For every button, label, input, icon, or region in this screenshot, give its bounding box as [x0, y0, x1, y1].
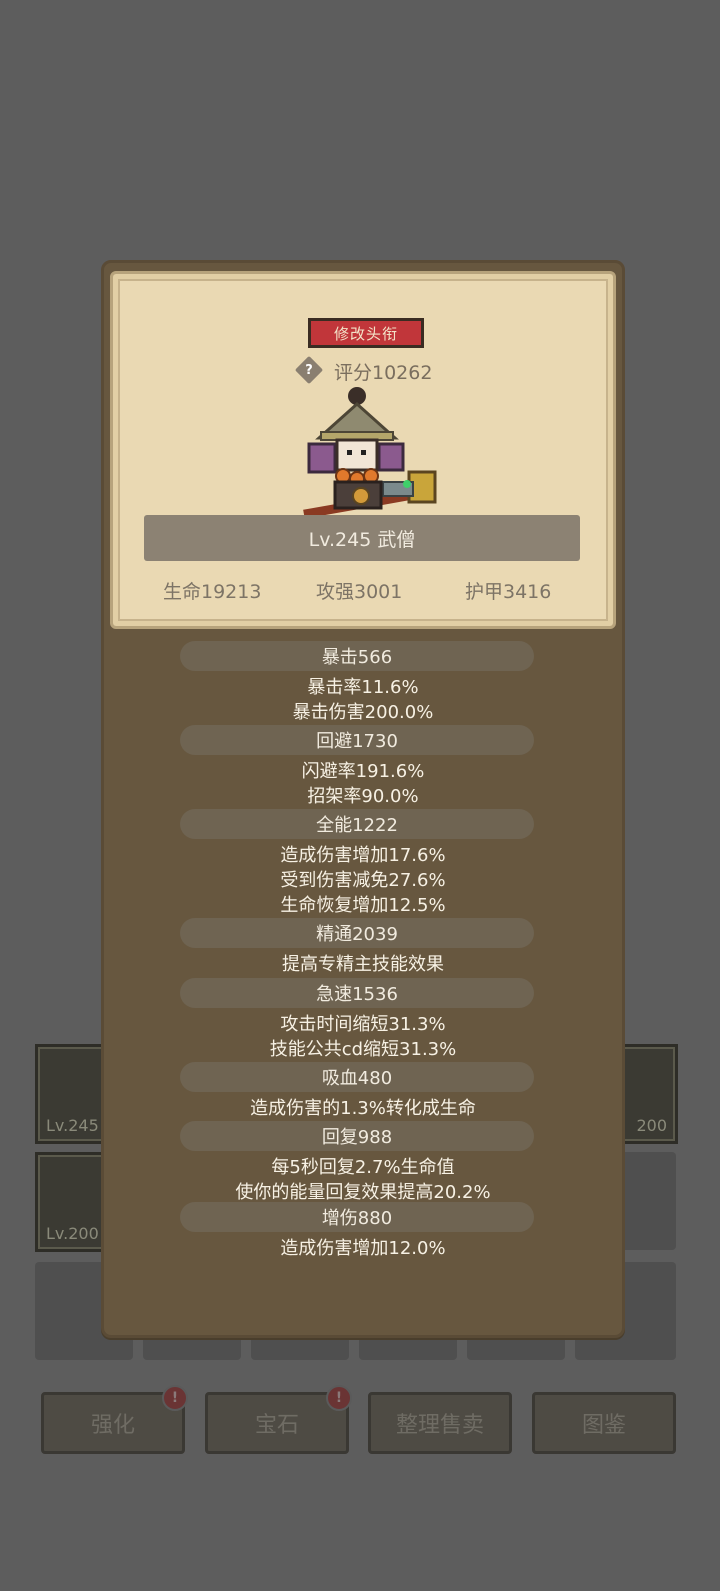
score-text: 评分10262 [334, 362, 433, 384]
character-name-bar: Lv.245 武僧 [144, 515, 580, 561]
attribute-header-haste: 急速1536 [180, 978, 534, 1008]
character-avatar [303, 387, 437, 519]
attribute-detail: 技能公共cd缩短31.3% [269, 1039, 457, 1060]
attribute-detail: 提高专精主技能效果 [282, 954, 444, 975]
sort-sell-label: 整理售卖 [395, 1413, 484, 1438]
alert-badge-icon: ! [162, 1385, 188, 1411]
codex-button[interactable]: 图鉴 [532, 1392, 676, 1454]
profile-card: 修改头衔 ? 评分10262 Lv.245 武僧 生命19213 攻强3001 … [110, 271, 616, 629]
attribute-detail: 暴击率11.6% [307, 677, 419, 698]
attribute-detail: 每5秒回复2.7%生命值 [271, 1157, 455, 1178]
attribute-detail: 造成伤害的1.3%转化成生命 [250, 1098, 476, 1119]
attribute-header-lifesteal: 吸血480 [180, 1062, 534, 1092]
attribute-header-dodge: 回避1730 [180, 725, 534, 755]
attribute-detail: 受到伤害减免27.6% [280, 870, 446, 891]
attribute-detail: 造成伤害增加12.0% [280, 1238, 446, 1259]
attribute-detail: 生命恢复增加12.5% [280, 895, 446, 916]
attribute-detail: 攻击时间缩短31.3% [280, 1014, 446, 1035]
gem-label: 宝石 [254, 1413, 299, 1438]
codex-label: 图鉴 [581, 1413, 626, 1438]
enhance-button[interactable]: 强化 ! [41, 1385, 188, 1454]
gem-button[interactable]: 宝石 ! [205, 1385, 352, 1454]
alert-badge-icon: ! [326, 1385, 352, 1411]
attribute-detail: 暴击伤害200.0% [292, 702, 434, 723]
attribute-header-versatility: 全能1222 [180, 809, 534, 839]
character-info-modal: 修改头衔 ? 评分10262 Lv.245 武僧 生命19213 攻强3001 … [101, 260, 625, 1338]
help-icon[interactable]: ? [294, 355, 324, 385]
sort-sell-button[interactable]: 整理售卖 [368, 1392, 512, 1454]
attribute-header-damage-bonus: 增伤880 [180, 1202, 534, 1232]
attribute-header-mastery: 精通2039 [180, 918, 534, 948]
attribute-detail: 造成伤害增加17.6% [280, 845, 446, 866]
armor-stat: 护甲3416 [465, 581, 552, 603]
attribute-detail: 使你的能量回复效果提高20.2% [235, 1182, 491, 1203]
equipment-level: 200 [636, 1116, 667, 1135]
attribute-header-regen: 回复988 [180, 1121, 534, 1151]
equipment-level: Lv.245 [46, 1116, 99, 1135]
equipment-level: Lv.200 [46, 1224, 99, 1243]
attack-stat: 攻强3001 [316, 581, 403, 603]
attribute-detail: 闪避率191.6% [301, 761, 425, 782]
attribute-header-crit: 暴击566 [180, 641, 534, 671]
edit-title-button[interactable]: 修改头衔 [308, 318, 424, 348]
attribute-detail: 招架率90.0% [307, 786, 419, 807]
hp-stat: 生命19213 [163, 581, 262, 603]
enhance-label: 强化 [90, 1413, 135, 1438]
